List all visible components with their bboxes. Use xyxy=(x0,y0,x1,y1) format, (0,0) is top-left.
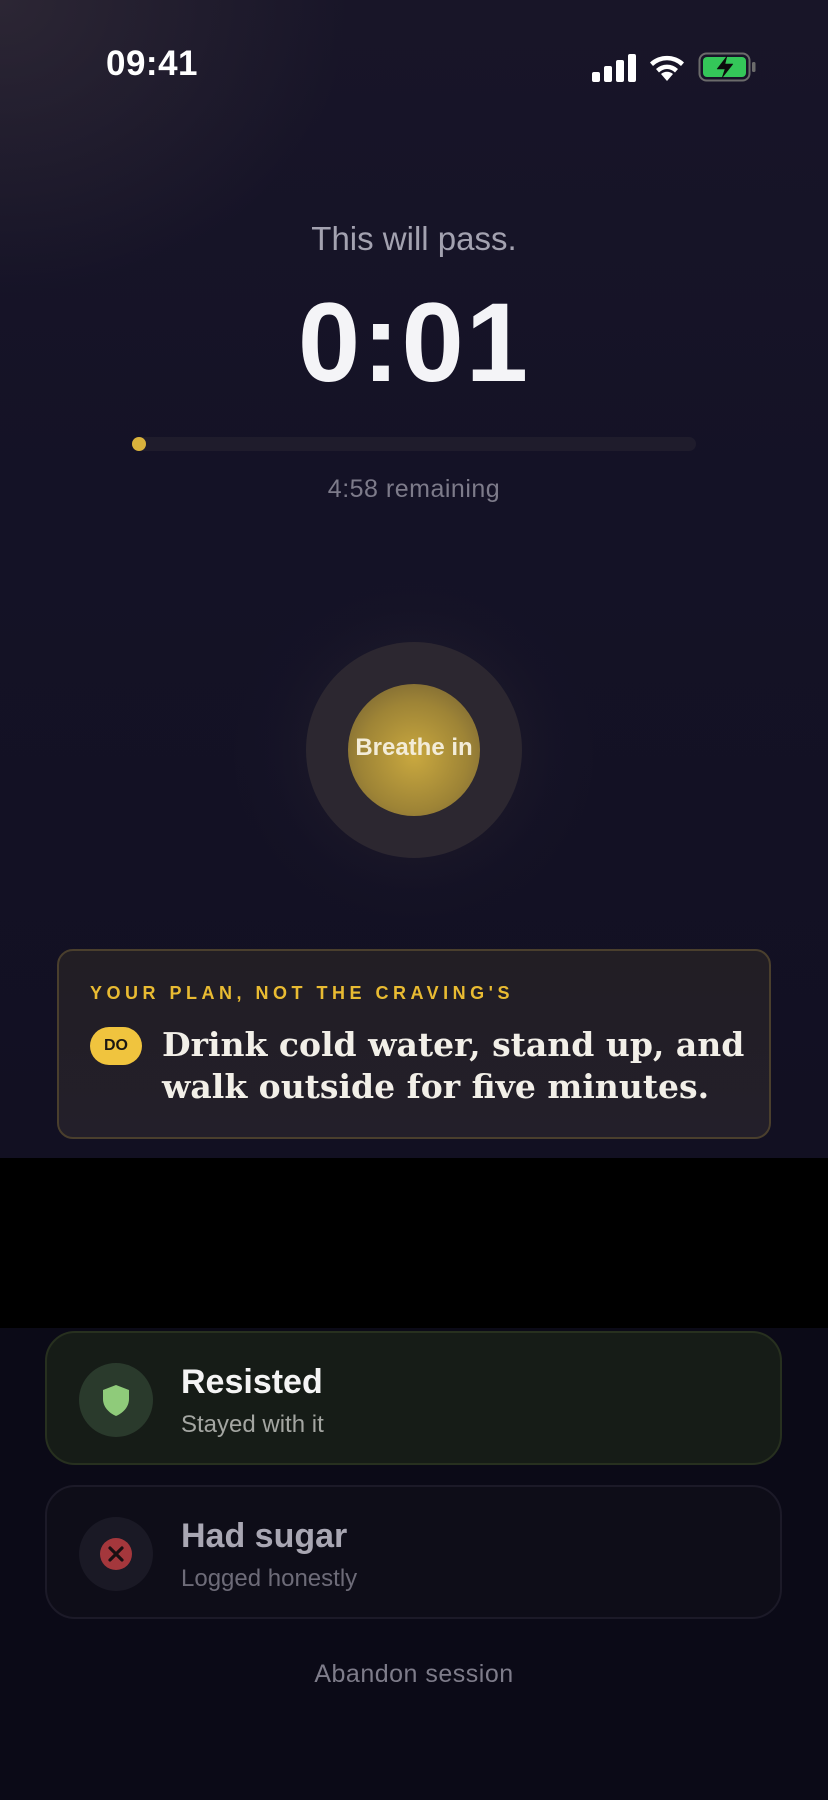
resisted-title: Resisted xyxy=(181,1363,323,1401)
plan-card: YOUR PLAN, NOT THE CRAVING'S DO Drink co… xyxy=(57,949,771,1139)
session-progress-bar xyxy=(132,437,696,451)
had-sugar-title: Had sugar xyxy=(181,1517,348,1555)
spacer-band xyxy=(0,1158,828,1328)
resisted-subtitle: Stayed with it xyxy=(181,1411,324,1438)
resisted-icon-badge xyxy=(79,1363,153,1437)
battery-charging-icon xyxy=(698,52,756,82)
wifi-icon xyxy=(650,55,684,81)
had-sugar-subtitle: Logged honestly xyxy=(181,1565,358,1592)
had-sugar-button[interactable]: Had sugar Logged honestly xyxy=(45,1485,782,1619)
plan-eyebrow: YOUR PLAN, NOT THE CRAVING'S xyxy=(90,983,514,1003)
elapsed-timer: 0:01 xyxy=(297,280,531,405)
shield-icon xyxy=(103,1385,129,1416)
abandon-session-link[interactable]: Abandon session xyxy=(0,1660,828,1689)
status-time: 09:41 xyxy=(106,44,199,83)
do-badge: DO xyxy=(90,1027,142,1065)
remaining-time: 4:58 remaining xyxy=(327,475,501,503)
plan-text: Drink cold water, stand up, and walk out… xyxy=(162,1025,745,1106)
breathing-label: Breathe in xyxy=(355,734,473,761)
signal-icon xyxy=(592,54,636,82)
had-sugar-icon-badge xyxy=(79,1517,153,1591)
session-progress-fill xyxy=(132,437,146,451)
resisted-button[interactable]: Resisted Stayed with it xyxy=(45,1331,782,1465)
session-subtitle: This will pass. xyxy=(311,220,517,257)
x-circle-icon xyxy=(100,1538,132,1570)
